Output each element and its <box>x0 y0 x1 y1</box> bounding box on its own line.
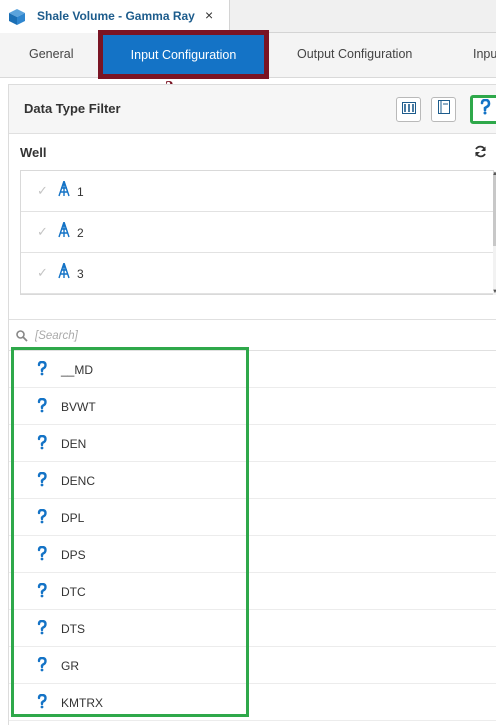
well-label: Well <box>20 145 47 160</box>
data-type-name: DEN <box>61 437 87 451</box>
tab-input-partial[interactable]: Inpu <box>473 47 496 61</box>
well-list: ✓ 1 ✓ 2 ✓ 3 <box>20 170 494 295</box>
well-icon <box>58 180 70 202</box>
data-type-name: DPS <box>61 548 86 562</box>
list-item[interactable]: DTC <box>9 573 496 610</box>
list-item[interactable]: ✓ 3 <box>21 253 493 294</box>
data-type-name: BVWT <box>61 400 96 414</box>
check-icon[interactable]: ✓ <box>37 183 48 199</box>
data-type-icon <box>37 693 47 714</box>
data-type-filter-panel: Data Type Filter Well ✓ 1 ✓ 2 ✓ 3 ▲ ▼ [S… <box>8 84 496 725</box>
document-title: Shale Volume - Gamma Ray <box>37 9 195 23</box>
list-item[interactable]: DPL <box>9 499 496 536</box>
help-button[interactable] <box>470 95 496 124</box>
data-type-icon <box>37 545 47 566</box>
search-icon <box>16 329 28 347</box>
well-name: 3 <box>77 267 84 281</box>
list-item[interactable]: KMTRX <box>9 684 496 721</box>
check-icon[interactable]: ✓ <box>37 265 48 281</box>
data-type-name: GR <box>61 659 79 673</box>
tab-output-configuration[interactable]: Output Configuration <box>297 47 412 61</box>
list-item[interactable]: DPS <box>9 536 496 573</box>
list-item[interactable]: DENC <box>9 462 496 499</box>
document-tab[interactable]: Shale Volume - Gamma Ray × <box>0 0 230 33</box>
scroll-up-icon[interactable]: ▲ <box>492 171 496 177</box>
book-icon <box>437 100 450 119</box>
search-input[interactable] <box>33 326 477 346</box>
close-icon[interactable]: × <box>205 7 213 23</box>
search-bar <box>9 319 496 351</box>
data-type-name: __MD <box>61 363 94 377</box>
list-item[interactable]: ✓ 1 <box>21 171 493 212</box>
refresh-icon[interactable] <box>474 145 487 163</box>
data-type-icon <box>37 508 47 529</box>
well-name: 1 <box>77 185 84 199</box>
panel-header: Data Type Filter <box>9 85 496 134</box>
list-item[interactable]: GR <box>9 647 496 684</box>
data-type-name: DPL <box>61 511 85 525</box>
list-item[interactable]: ✓ 2 <box>21 212 493 253</box>
data-type-icon <box>37 619 47 640</box>
data-type-icon <box>37 471 47 492</box>
panel-title: Data Type Filter <box>24 101 121 116</box>
list-item[interactable]: BVWT <box>9 388 496 425</box>
well-name: 2 <box>77 226 84 240</box>
data-type-icon <box>37 582 47 603</box>
data-type-icon <box>37 360 47 381</box>
tab-general[interactable]: General <box>29 47 73 61</box>
tab-input-configuration[interactable]: Input Configuration <box>103 35 264 74</box>
data-type-list: __MD BVWT DEN DENC DPL DPS DTC DTS GR KM… <box>9 351 496 725</box>
cube-icon <box>8 8 26 31</box>
well-icon <box>58 262 70 284</box>
data-type-icon <box>37 656 47 677</box>
data-type-icon <box>37 434 47 455</box>
list-item[interactable]: __MD <box>9 351 496 388</box>
book-button[interactable] <box>431 97 456 122</box>
data-type-name: DENC <box>61 474 96 488</box>
data-type-name: KMTRX <box>61 696 103 710</box>
list-item[interactable]: DEN <box>9 425 496 462</box>
list-item[interactable]: DTS <box>9 610 496 647</box>
question-icon <box>479 98 491 120</box>
well-icon <box>58 221 70 243</box>
columns-icon <box>401 101 416 119</box>
scroll-down-icon[interactable]: ▼ <box>492 289 496 295</box>
check-icon[interactable]: ✓ <box>37 224 48 240</box>
data-type-name: DTS <box>61 622 85 636</box>
columns-button[interactable] <box>396 97 421 122</box>
data-type-name: DTC <box>61 585 86 599</box>
document-tab-bar: Shale Volume - Gamma Ray × <box>0 0 496 33</box>
data-type-icon <box>37 397 47 418</box>
